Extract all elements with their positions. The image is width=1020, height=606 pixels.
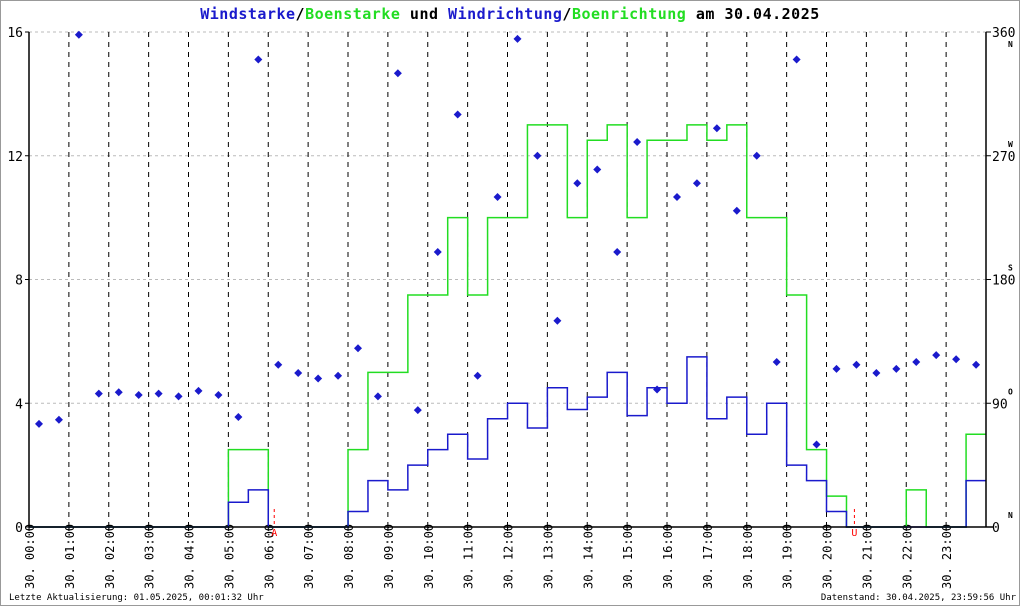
direction-point — [593, 165, 602, 174]
y2-direction-label: S — [1008, 264, 1013, 273]
x-tick-label: 30. 05:00 — [222, 524, 236, 589]
last-update: Letzte Aktualisierung: 01.05.2025, 00:01… — [9, 593, 264, 603]
direction-point — [673, 193, 681, 201]
direction-point — [573, 179, 582, 188]
direction-point — [114, 388, 123, 397]
direction-point — [373, 392, 382, 401]
direction-point — [54, 415, 63, 424]
direction-point — [653, 385, 662, 394]
direction-point — [712, 124, 721, 133]
direction-point — [972, 360, 981, 369]
data-status: Datenstand: 30.04.2025, 23:59:56 Uhr — [820, 593, 1016, 603]
direction-point — [932, 351, 941, 360]
y-tick-label: 16 — [7, 26, 23, 41]
sun-marker-label: U — [851, 528, 857, 539]
direction-point — [732, 206, 741, 215]
chart-container: Windstarke/Boenstarke und Windrichtung/B… — [0, 0, 1020, 606]
sun-marker-label: A — [271, 528, 277, 539]
direction-point — [493, 193, 502, 201]
direction-point — [533, 151, 542, 160]
x-tick-label: 30. 23:00 — [940, 524, 954, 589]
y-tick-label: 4 — [15, 397, 23, 412]
y2-tick-label: 360 — [992, 26, 1015, 41]
direction-point — [35, 419, 43, 428]
x-tick-label: 30. 11:00 — [462, 524, 476, 589]
direction-point — [812, 440, 821, 449]
x-tick-label: 30. 00:00 — [23, 524, 37, 589]
direction-point — [354, 344, 362, 353]
direction-point — [633, 138, 642, 146]
direction-point — [433, 248, 442, 256]
y2-tick-label: 270 — [992, 150, 1015, 165]
direction-point — [294, 369, 303, 377]
direction-point — [473, 371, 482, 380]
direction-point — [94, 389, 103, 398]
direction-point — [852, 360, 861, 369]
y-tick-label: 0 — [15, 521, 23, 536]
y2-direction-label: W — [1008, 140, 1013, 149]
direction-point — [254, 55, 263, 64]
y2-direction-label: N — [1008, 40, 1013, 49]
x-tick-label: 30. 01:00 — [63, 524, 77, 589]
x-tick-label: 30. 12:00 — [502, 524, 516, 589]
direction-point — [952, 355, 961, 364]
x-tick-label: 30. 10:00 — [422, 524, 436, 589]
direction-point — [613, 248, 622, 256]
x-tick-label: 30. 21:00 — [860, 524, 874, 589]
x-tick-label: 30. 16:00 — [661, 524, 675, 589]
y-tick-label: 12 — [7, 150, 23, 165]
y2-direction-label: O — [1008, 387, 1013, 396]
direction-point — [393, 69, 402, 78]
x-tick-label: 30. 13:00 — [541, 524, 555, 589]
direction-point — [74, 30, 83, 39]
direction-point — [413, 406, 422, 415]
direction-point — [134, 391, 143, 399]
x-tick-label: 30. 07:00 — [302, 524, 316, 589]
y2-tick-label: 0 — [992, 521, 1000, 536]
y2-direction-label: N — [1008, 511, 1013, 520]
direction-point — [234, 413, 243, 421]
x-tick-label: 30. 17:00 — [701, 524, 715, 589]
x-tick-label: 30. 19:00 — [781, 524, 795, 589]
wind-chart: 04812160N90O180S270W360N30. 00:00 30. 01:… — [7, 26, 1015, 589]
direction-point — [174, 392, 183, 401]
x-tick-label: 30. 03:00 — [143, 524, 157, 589]
direction-point — [154, 389, 163, 398]
direction-point — [513, 34, 522, 43]
direction-point — [832, 364, 841, 373]
direction-point — [214, 391, 223, 399]
x-tick-label: 30. 22:00 — [900, 524, 914, 589]
x-tick-label: 30. 14:00 — [581, 524, 595, 589]
x-tick-label: 30. 09:00 — [382, 524, 396, 589]
direction-point — [194, 386, 203, 395]
direction-point — [274, 360, 283, 369]
y2-tick-label: 90 — [992, 397, 1008, 412]
direction-point — [692, 179, 701, 188]
x-tick-label: 30. 08:00 — [342, 524, 356, 589]
direction-point — [772, 358, 781, 366]
x-tick-label: 30. 20:00 — [821, 524, 835, 589]
direction-point — [314, 374, 323, 383]
direction-point — [752, 151, 761, 160]
direction-point — [792, 55, 801, 64]
direction-point — [892, 364, 901, 373]
direction-point — [453, 110, 462, 119]
direction-point — [334, 371, 343, 380]
direction-point — [912, 358, 921, 366]
y2-tick-label: 180 — [992, 274, 1015, 289]
direction-point — [872, 369, 881, 377]
x-tick-label: 30. 18:00 — [741, 524, 755, 589]
x-tick-label: 30. 15:00 — [621, 524, 635, 589]
x-tick-label: 30. 02:00 — [103, 524, 117, 589]
x-tick-label: 30. 04:00 — [183, 524, 197, 589]
direction-point — [553, 316, 562, 325]
y-tick-label: 8 — [15, 274, 23, 289]
